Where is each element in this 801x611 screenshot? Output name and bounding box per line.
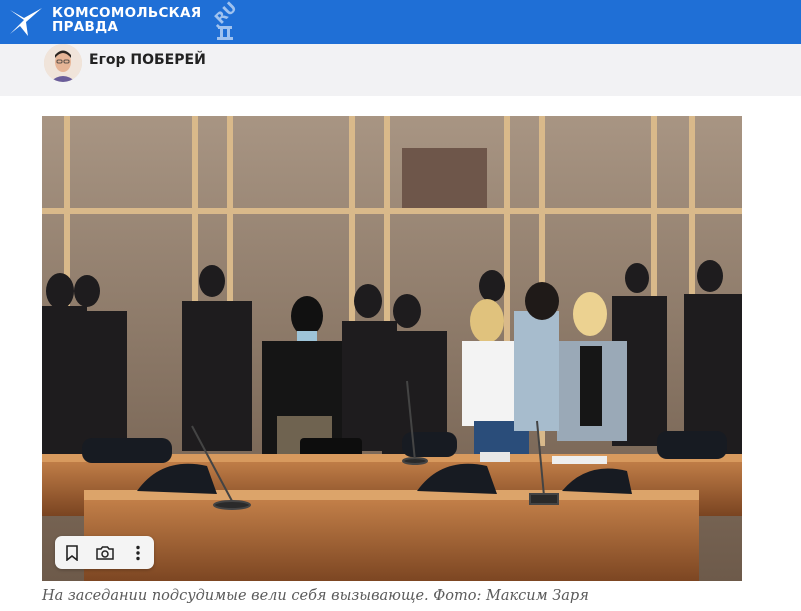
photo-caption: На заседании подсудимые вели себя вызыва… — [42, 588, 589, 604]
bookmark-button[interactable] — [55, 536, 88, 569]
logo-line-2: ПРАВДА — [52, 19, 119, 35]
author-name[interactable]: Егор ПОБЕРЕЙ — [89, 52, 206, 68]
camera-search-button[interactable] — [88, 536, 121, 569]
author-avatar[interactable] — [44, 44, 82, 82]
logo-line-1: КОМСОМОЛЬСКАЯ — [52, 5, 202, 21]
logo-domain-badge: .RU — [207, 0, 247, 42]
camera-search-icon — [95, 545, 114, 560]
more-vertical-icon — [135, 545, 140, 560]
photo-toolbar — [55, 536, 154, 569]
logo-pillar-icon — [217, 26, 233, 40]
site-header: КОМСОМОЛЬСКАЯ ПРАВДА .RU — [0, 0, 801, 44]
article-photo[interactable] — [42, 116, 742, 581]
bookmark-icon — [65, 544, 78, 561]
more-options-button[interactable] — [121, 536, 154, 569]
logo-bird-icon[interactable] — [8, 6, 44, 38]
author-bar: Егор ПОБЕРЕЙ — [0, 44, 801, 96]
site-logo[interactable]: КОМСОМОЛЬСКАЯ ПРАВДА — [52, 6, 201, 34]
